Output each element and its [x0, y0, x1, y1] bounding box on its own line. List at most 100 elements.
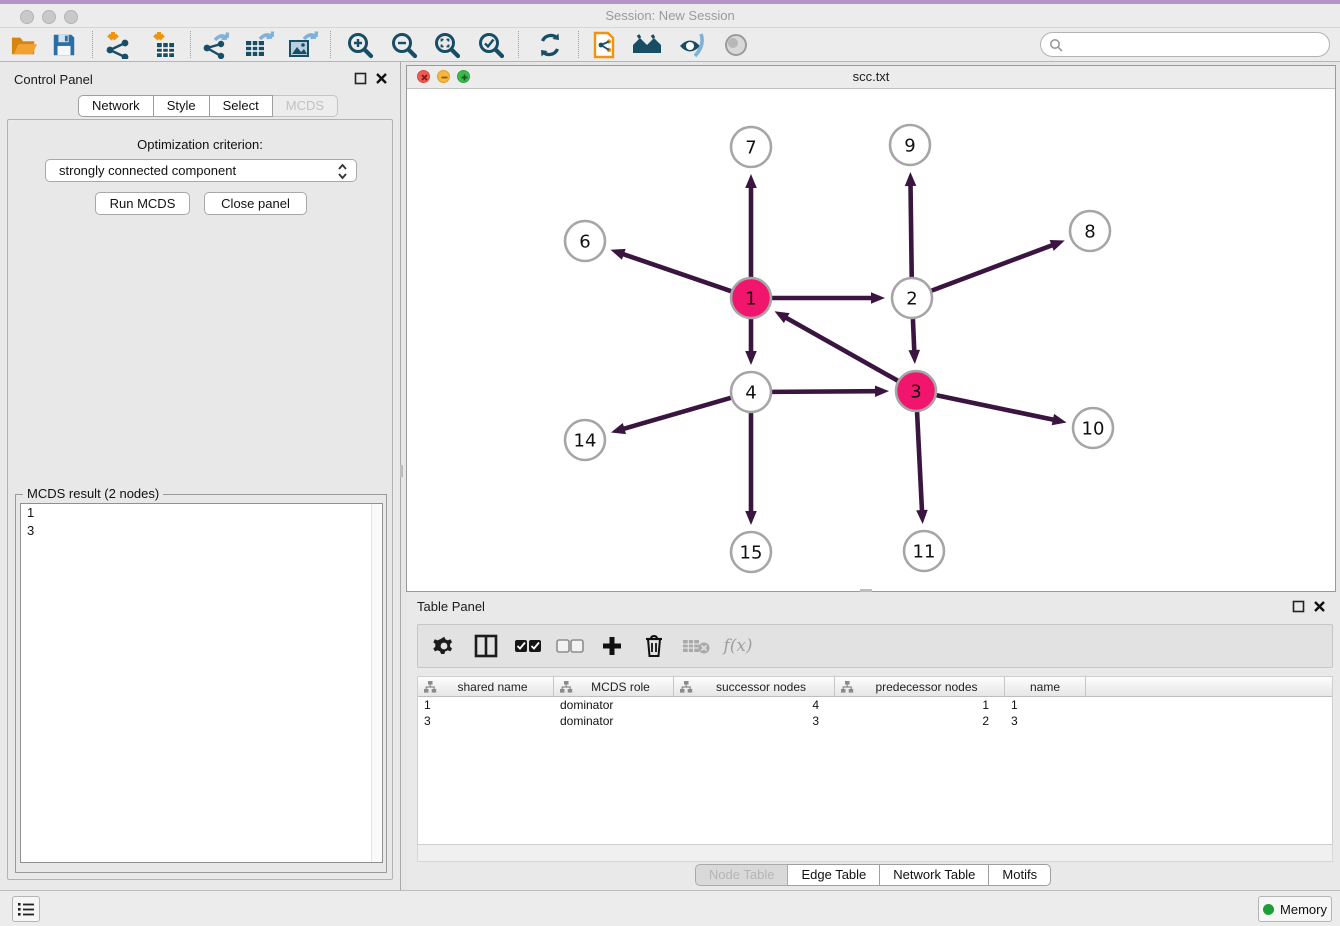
table-cell[interactable]: dominator	[554, 697, 674, 713]
result-scrollbar[interactable]	[371, 504, 382, 862]
birds-eye-view-icon[interactable]	[720, 30, 752, 60]
zoom-selected-icon[interactable]	[475, 30, 507, 60]
table-cell[interactable]: 3	[674, 713, 835, 729]
graph-node-1[interactable]: 1	[731, 278, 771, 318]
function-builder-icon[interactable]: f(x)	[724, 632, 752, 660]
edge-1-7[interactable]	[745, 174, 757, 277]
vertical-splitter-grip[interactable]	[400, 465, 403, 477]
table-cell[interactable]: 3	[418, 713, 554, 729]
zoom-fit-icon[interactable]	[431, 30, 463, 60]
graph-node-8[interactable]: 8	[1070, 211, 1110, 251]
graph-node-4[interactable]: 4	[731, 372, 771, 412]
tab-motifs[interactable]: Motifs	[989, 864, 1051, 886]
add-column-icon[interactable]	[598, 632, 626, 660]
graph-node-14[interactable]: 14	[565, 420, 605, 460]
edge-2-8[interactable]	[932, 240, 1065, 291]
close-panel-button[interactable]: Close panel	[204, 192, 307, 215]
table-cell[interactable]: 1	[835, 697, 1005, 713]
edge-4-14[interactable]	[611, 398, 731, 434]
export-network-icon[interactable]	[200, 30, 232, 60]
graph-node-7[interactable]: 7	[731, 127, 771, 167]
column-header-shared-name[interactable]: shared name	[418, 677, 554, 697]
graph-node-6[interactable]: 6	[565, 221, 605, 261]
table-row[interactable]: 1dominator411	[418, 697, 1332, 713]
column-header-predecessor-nodes[interactable]: predecessor nodes	[835, 677, 1005, 697]
save-session-icon[interactable]	[48, 30, 80, 60]
edge-1-2[interactable]	[772, 292, 885, 304]
close-panel-icon[interactable]	[375, 72, 388, 85]
table-cell[interactable]: 4	[674, 697, 835, 713]
table-panel: Table Panel	[406, 592, 1340, 890]
svg-text:1: 1	[745, 289, 756, 310]
float-table-panel-icon[interactable]	[1292, 600, 1305, 613]
graph-node-15[interactable]: 15	[731, 532, 771, 572]
table-hscrollbar[interactable]	[417, 845, 1333, 862]
tab-network-table[interactable]: Network Table	[880, 864, 989, 886]
tab-node-table[interactable]: Node Table	[695, 864, 789, 886]
zoom-out-icon[interactable]	[388, 30, 420, 60]
task-history-button[interactable]	[12, 896, 40, 922]
edge-4-15[interactable]	[745, 413, 757, 525]
graph-node-2[interactable]: 2	[892, 278, 932, 318]
run-mcds-button[interactable]: Run MCDS	[95, 192, 190, 215]
network-window-titlebar[interactable]: scc.txt	[407, 66, 1335, 89]
search-input[interactable]	[1063, 35, 1329, 55]
svg-text:10: 10	[1082, 419, 1105, 440]
refresh-network-icon[interactable]	[534, 30, 566, 60]
edge-3-1[interactable]	[775, 311, 898, 380]
graph-node-3[interactable]: 3	[896, 371, 936, 411]
table-cell[interactable]: 1	[1005, 697, 1086, 713]
session-title: Session: New Session	[0, 8, 1340, 23]
table-row[interactable]: 3dominator323	[418, 713, 1332, 729]
criterion-dropdown[interactable]: strongly connected component	[45, 159, 357, 182]
column-header-name[interactable]: name	[1005, 677, 1086, 697]
edge-2-3[interactable]	[908, 319, 920, 364]
table-cell[interactable]: 1	[418, 697, 554, 713]
home-icon[interactable]	[631, 30, 663, 60]
import-network-icon[interactable]	[102, 30, 134, 60]
edge-3-10[interactable]	[937, 395, 1067, 425]
deselect-all-rows-icon[interactable]	[556, 632, 584, 660]
table-cell[interactable]: 3	[1005, 713, 1086, 729]
network-canvas[interactable]: 7 9 6 8 1 2 4 3 14 10 15 11	[407, 89, 1335, 591]
graph-node-10[interactable]: 10	[1073, 408, 1113, 448]
tab-style[interactable]: Style	[154, 95, 210, 117]
show-columns-icon[interactable]	[472, 632, 500, 660]
memory-label: Memory	[1280, 902, 1327, 917]
network-title: scc.txt	[407, 69, 1335, 84]
delete-column-icon[interactable]	[640, 632, 668, 660]
table-cell[interactable]: dominator	[554, 713, 674, 729]
edge-2-9[interactable]	[905, 172, 917, 277]
edge-1-6[interactable]	[611, 249, 732, 291]
tab-mcds[interactable]: MCDS	[273, 95, 338, 117]
export-table-icon[interactable]	[244, 30, 276, 60]
close-table-panel-icon[interactable]	[1313, 600, 1326, 613]
svg-text:7: 7	[745, 138, 756, 159]
graph-node-11[interactable]: 11	[904, 531, 944, 571]
open-session-icon[interactable]	[8, 30, 40, 60]
graph-node-9[interactable]: 9	[890, 125, 930, 165]
mcds-result-list[interactable]: 13	[20, 503, 383, 863]
edge-3-11[interactable]	[916, 412, 928, 524]
search-field[interactable]	[1040, 32, 1330, 57]
select-all-rows-icon[interactable]	[514, 632, 542, 660]
edge-1-4[interactable]	[745, 319, 757, 365]
table-cell[interactable]: 2	[835, 713, 1005, 729]
edge-4-3[interactable]	[772, 385, 889, 397]
mcds-result-node[interactable]: 3	[21, 522, 382, 540]
tab-select[interactable]: Select	[210, 95, 273, 117]
import-table-icon[interactable]	[148, 30, 180, 60]
tab-network[interactable]: Network	[78, 95, 154, 117]
float-panel-icon[interactable]	[354, 72, 367, 85]
visual-styles-icon[interactable]	[676, 30, 708, 60]
delete-table-icon[interactable]	[682, 632, 710, 660]
zoom-in-icon[interactable]	[344, 30, 376, 60]
column-header-MCDS-role[interactable]: MCDS role	[554, 677, 674, 697]
mcds-result-node[interactable]: 1	[21, 504, 382, 522]
network-from-selection-icon[interactable]	[588, 30, 620, 60]
memory-button[interactable]: Memory	[1258, 896, 1332, 922]
column-header-successor-nodes[interactable]: successor nodes	[674, 677, 835, 697]
table-options-icon[interactable]	[430, 632, 458, 660]
tab-edge-table[interactable]: Edge Table	[788, 864, 880, 886]
export-image-icon[interactable]	[288, 30, 320, 60]
